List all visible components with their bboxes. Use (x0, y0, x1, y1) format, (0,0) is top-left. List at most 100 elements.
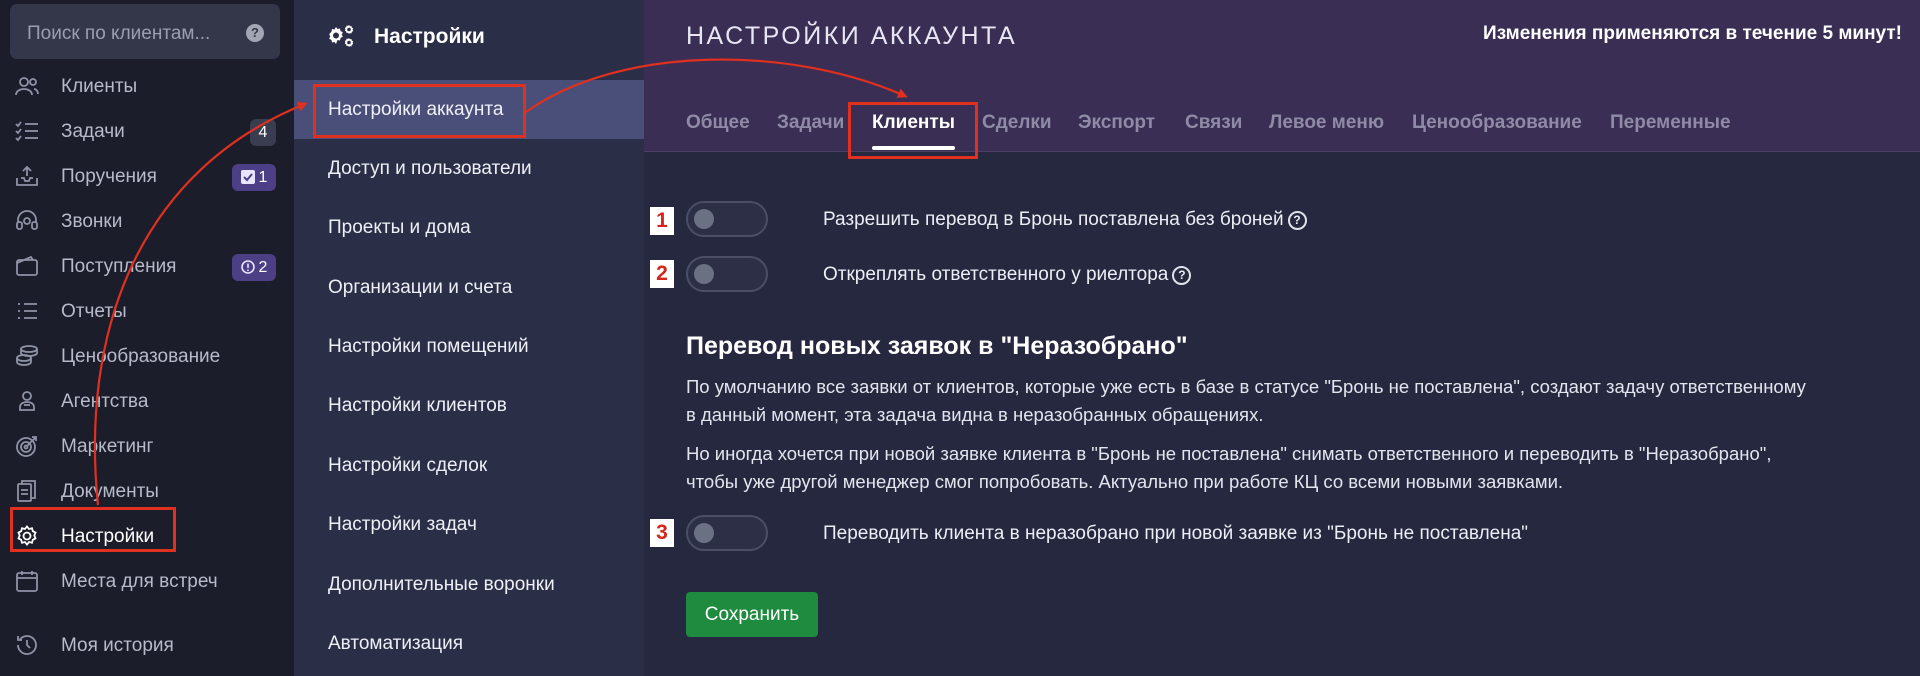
settings-menu-item-projects[interactable]: Проекты и дома (294, 198, 644, 257)
tab-tasks[interactable]: Задачи (777, 112, 844, 134)
section-description-2: Но иногда хочется при новой заявке клиен… (686, 443, 1772, 492)
settings-menu-item-clients[interactable]: Настройки клиентов (294, 376, 644, 435)
settings-menu-item-label: Организации и счета (328, 277, 513, 298)
wallet-icon (15, 255, 39, 277)
history-icon (15, 634, 39, 656)
setting-label: Переводить клиента в неразобрано при нов… (823, 523, 1529, 544)
assignments-count-badge: 1 (232, 164, 276, 191)
users-icon (15, 75, 39, 97)
sidebar-item-meeting-places[interactable]: Места для встреч (0, 561, 294, 601)
settings-menu-item-label: Дополнительные воронки (328, 574, 555, 595)
setting-label: Разрешить перевод в Бронь поставлена без… (823, 209, 1307, 231)
annotation-marker-3: 3 (650, 519, 674, 547)
settings-menu-item-deals[interactable]: Настройки сделок (294, 436, 644, 495)
annotation-highlight-account-settings (313, 84, 526, 138)
settings-menu-item-tasks[interactable]: Настройки задач (294, 495, 644, 554)
toggle-knob (694, 264, 714, 284)
gears-icon (326, 24, 356, 48)
changes-notice: Изменения применяются в течение 5 минут! (1483, 23, 1902, 44)
annotation-marker-1: 1 (650, 207, 674, 235)
sidebar-item-documents[interactable]: Документы (0, 471, 294, 511)
sidebar-item-label: Ценообразование (61, 346, 221, 367)
section-title: Перевод новых заявок в "Неразобрано" (686, 332, 1188, 360)
save-button[interactable]: Сохранить (686, 592, 818, 637)
target-icon (15, 435, 39, 457)
setting-label-text: Разрешить перевод в Бронь поставлена без… (823, 209, 1284, 230)
sidebar-item-label: Агентства (61, 391, 149, 412)
settings-menu-header: Настройки (294, 0, 644, 73)
sidebar-item-calls[interactable]: Звонки (0, 201, 294, 241)
toggle-knob (694, 209, 714, 229)
sidebar-item-marketing[interactable]: Маркетинг (0, 426, 294, 466)
settings-menu-item-label: Настройки клиентов (328, 395, 507, 416)
tab-left-menu[interactable]: Левое меню (1269, 112, 1384, 134)
left-sidebar: Поиск по клиентам... ? Клиенты Задачи 4 … (0, 0, 294, 676)
documents-icon (15, 480, 39, 502)
sidebar-item-my-history[interactable]: Моя история (0, 625, 294, 665)
sidebar-item-label: Задачи (61, 121, 125, 142)
sidebar-item-label: Поручения (61, 166, 157, 187)
settings-menu-item-label: Настройки задач (328, 514, 477, 535)
tasks-count-badge: 4 (250, 119, 276, 146)
sidebar-item-label: Поступления (61, 256, 177, 277)
inbox-upload-icon (15, 165, 39, 187)
sidebar-item-label: Клиенты (61, 76, 138, 97)
alert-circle-icon (240, 256, 255, 274)
sidebar-item-label: Моя история (61, 635, 174, 656)
settings-menu-item-label: Проекты и дома (328, 217, 471, 238)
toggle-detach-responsible[interactable] (686, 256, 768, 292)
setting-label: Откреплять ответственного у риелтора? (823, 264, 1192, 286)
settings-menu-item-access[interactable]: Доступ и пользователи (294, 139, 644, 198)
tab-export[interactable]: Экспорт (1078, 112, 1155, 134)
help-icon[interactable]: ? (1172, 266, 1192, 285)
coins-icon (15, 345, 39, 367)
sidebar-item-pricing[interactable]: Ценообразование (0, 336, 294, 376)
settings-menu-item-organizations[interactable]: Организации и счета (294, 258, 644, 317)
badge-value: 2 (258, 259, 268, 276)
sidebar-item-label: Места для встреч (61, 571, 218, 592)
tab-connections[interactable]: Связи (1185, 112, 1242, 134)
main-content: НАСТРОЙКИ АККАУНТА Изменения применяются… (644, 0, 1920, 676)
list-icon (15, 300, 39, 322)
page-title: НАСТРОЙКИ АККАУНТА (686, 22, 1018, 50)
sidebar-item-label: Звонки (61, 211, 123, 232)
setting-label-text: Откреплять ответственного у риелтора (823, 264, 1169, 285)
tab-variables[interactable]: Переменные (1610, 112, 1731, 134)
settings-menu-item-label: Настройки помещений (328, 336, 529, 357)
search-placeholder: Поиск по клиентам... (27, 23, 211, 44)
receipts-count-badge: 2 (232, 254, 276, 281)
toggle-move-to-unsorted[interactable] (686, 515, 768, 551)
question-circle-icon[interactable]: ? (246, 24, 264, 42)
sidebar-item-clients[interactable]: Клиенты (0, 66, 294, 106)
tab-general[interactable]: Общее (686, 112, 750, 134)
tab-pricing[interactable]: Ценообразование (1412, 112, 1582, 134)
settings-menu-item-automation[interactable]: Автоматизация (294, 614, 644, 673)
calendar-icon (15, 570, 39, 592)
page-header: НАСТРОЙКИ АККАУНТА Изменения применяются… (644, 0, 1920, 152)
settings-menu-item-label: Автоматизация (328, 633, 463, 654)
settings-menu-item-premises[interactable]: Настройки помещений (294, 317, 644, 376)
toggle-allow-booking-transfer[interactable] (686, 201, 768, 237)
toggle-knob (694, 523, 714, 543)
sidebar-item-receipts[interactable]: Поступления 2 (0, 246, 294, 286)
sidebar-item-label: Маркетинг (61, 436, 154, 457)
annotation-marker-2: 2 (650, 260, 674, 288)
settings-menu-item-label: Настройки сделок (328, 455, 488, 476)
sidebar-item-label: Отчеты (61, 301, 127, 322)
sidebar-item-reports[interactable]: Отчеты (0, 291, 294, 331)
sidebar-item-agencies[interactable]: Агентства (0, 381, 294, 421)
annotation-highlight-clients-tab (848, 102, 978, 159)
tab-deals[interactable]: Сделки (982, 112, 1052, 134)
sidebar-item-tasks[interactable]: Задачи 4 (0, 111, 294, 151)
badge-value: 1 (258, 169, 268, 186)
settings-menu-title: Настройки (374, 25, 485, 48)
client-search-input[interactable]: Поиск по клиентам... ? (10, 4, 280, 59)
help-icon[interactable]: ? (1287, 211, 1307, 230)
sidebar-item-label: Документы (61, 481, 159, 502)
headset-icon (15, 210, 39, 232)
sidebar-item-assignments[interactable]: Поручения 1 (0, 156, 294, 196)
section-description-1: По умолчанию все заявки от клиентов, кот… (686, 376, 1806, 425)
checkbox-icon (240, 166, 255, 184)
settings-menu-item-funnels[interactable]: Дополнительные воронки (294, 555, 644, 614)
checklist-icon (15, 120, 39, 142)
